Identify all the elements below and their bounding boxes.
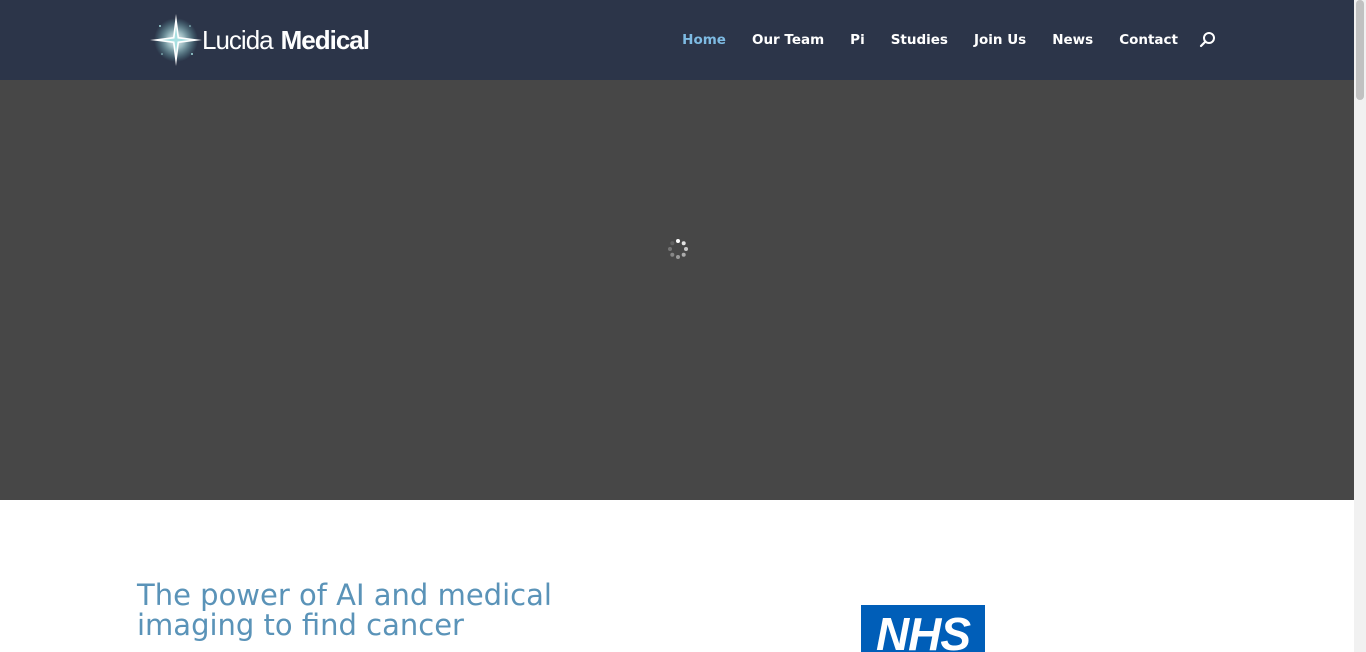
logo-name-light: Lucida [202, 24, 274, 55]
logo-name-bold: Medical [280, 24, 370, 55]
nav-item-join-us[interactable]: Join Us [974, 32, 1026, 48]
page-scrollbar[interactable] [1354, 0, 1366, 652]
loading-spinner-icon [667, 238, 689, 260]
nhs-logo: NHS [861, 605, 985, 652]
nav-item-pi[interactable]: Pi [850, 32, 865, 48]
nav-item-our-team[interactable]: Our Team [752, 32, 824, 48]
page-headline: The power of AI and medical imaging to f… [137, 578, 552, 642]
nav-item-studies[interactable]: Studies [891, 32, 948, 48]
hero-slider [0, 80, 1354, 500]
search-icon[interactable] [1199, 31, 1217, 49]
nav-item-contact[interactable]: Contact [1119, 32, 1178, 48]
main-nav: Home Our Team Pi Studies Join Us News Co… [656, 0, 1178, 80]
nhs-logo-text: NHS [875, 608, 971, 652]
site-header: Lucida Medical Home Our Team Pi Studies J… [0, 0, 1354, 80]
nav-item-news[interactable]: News [1052, 32, 1093, 48]
scrollbar-thumb[interactable] [1356, 0, 1364, 100]
star-logo-icon [150, 14, 202, 66]
site-logo[interactable]: Lucida Medical [150, 14, 370, 66]
logo-wordmark: Lucida Medical [202, 24, 370, 56]
nav-item-home[interactable]: Home [682, 32, 726, 48]
